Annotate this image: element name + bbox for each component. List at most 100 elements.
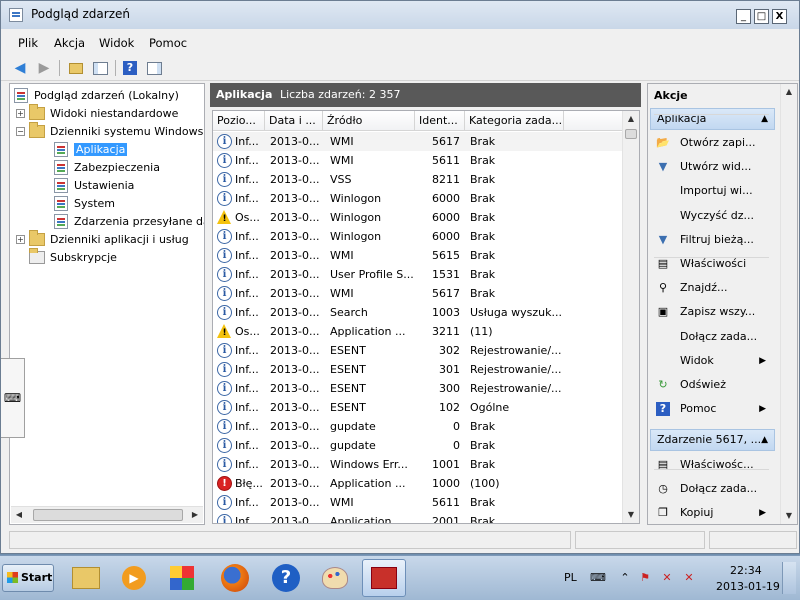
action-item[interactable]: Widok ▶: [652, 350, 770, 372]
show-hide-tree-icon[interactable]: [91, 59, 109, 77]
table-row[interactable]: ! Os... 2013-0... Winlogon 6000 Brak: [213, 208, 623, 227]
table-row[interactable]: i Inf... 2013-0... VSS 8211 Brak: [213, 170, 623, 189]
show-hide-action-pane-icon[interactable]: [145, 59, 163, 77]
action-item[interactable]: Dołącz zada...: [652, 326, 770, 348]
collapse-caret-icon[interactable]: ▲: [761, 430, 768, 450]
action-item[interactable]: ▼ Filtruj bieżą...: [652, 229, 770, 251]
action-item[interactable]: ◷ Dołącz zada...: [652, 478, 770, 500]
scroll-up-icon[interactable]: ▲: [781, 84, 797, 100]
close-button[interactable]: X: [772, 9, 787, 24]
keyboard-icon[interactable]: ⌨: [1, 358, 25, 438]
control-panel-icon[interactable]: [160, 559, 204, 597]
network-disconnected-icon[interactable]: ✕: [682, 571, 696, 585]
collapse-icon[interactable]: −: [16, 126, 25, 136]
action-item[interactable]: ▤ Właściwośc...: [652, 454, 770, 476]
table-row[interactable]: i Inf... 2013-0... WMI 5617 Brak: [213, 284, 623, 303]
actions-scrollbar[interactable]: ▲ ▼: [780, 84, 797, 524]
clock-time[interactable]: 22:34: [730, 564, 762, 577]
tree-item-custom-views[interactable]: + Widoki niestandardowe: [16, 103, 178, 122]
table-row[interactable]: i Inf... 2013-0... Winlogon 6000 Brak: [213, 227, 623, 246]
table-row[interactable]: i Inf... 2013-0... ESENT 301 Rejestrowanie/..…: [213, 360, 623, 379]
tree-horizontal-scrollbar[interactable]: ◀ ▶: [11, 506, 203, 523]
table-row[interactable]: i Inf... 2013-0... WMI 5611 Brak: [213, 151, 623, 170]
minimize-button[interactable]: _: [736, 9, 751, 24]
tree-item-windows-logs[interactable]: − Dzienniki systemu Windows: [16, 121, 203, 140]
help-support-icon[interactable]: ?: [264, 559, 308, 597]
table-row[interactable]: i Inf... 2013-0... Windows Err... 1001 Brak: [213, 455, 623, 474]
table-row[interactable]: i Inf... 2013-0... User Profile S... 1531 Bra…: [213, 265, 623, 284]
event-viewer-taskbar-icon[interactable]: [362, 559, 406, 597]
action-item[interactable]: Wyczyść dz...: [652, 205, 770, 227]
menu-pomoc[interactable]: Pomoc: [149, 36, 187, 50]
table-row[interactable]: i Inf... 2013-0... ESENT 102 Ogólne: [213, 398, 623, 417]
scroll-thumb[interactable]: [33, 509, 183, 521]
scroll-thumb[interactable]: [625, 129, 637, 139]
scroll-left-icon[interactable]: ◀: [11, 507, 27, 523]
table-row[interactable]: ! Os... 2013-0... Application ... 3211 (11): [213, 322, 623, 341]
table-row[interactable]: i Inf... 2013-0... WMI 5615 Brak: [213, 246, 623, 265]
action-item[interactable]: ⚲ Znajdź...: [652, 277, 770, 299]
maximize-button[interactable]: □: [754, 9, 769, 24]
start-button[interactable]: Start: [2, 564, 54, 592]
actions-section-event[interactable]: Zdarzenie 5617, ... ▲: [650, 429, 775, 451]
action-item[interactable]: ▼ Utwórz wid...: [652, 156, 770, 178]
scroll-down-icon[interactable]: ▼: [781, 508, 797, 524]
action-item[interactable]: ? Pomoc ▶: [652, 398, 770, 420]
expand-icon[interactable]: +: [16, 234, 25, 244]
table-row[interactable]: i Inf... 2013-0... Application ... 2001 Brak: [213, 512, 623, 523]
explorer-icon[interactable]: [64, 559, 108, 597]
menu-akcja[interactable]: Akcja: [54, 36, 85, 50]
language-indicator[interactable]: PL: [564, 571, 577, 584]
table-row[interactable]: i Inf... 2013-0... Search 1003 Usługa wyszuk.…: [213, 303, 623, 322]
actions-section-aplikacja[interactable]: Aplikacja ▲: [650, 108, 775, 130]
table-row[interactable]: i Inf... 2013-0... WMI 5617 Brak: [213, 132, 623, 151]
media-player-icon[interactable]: ▶: [112, 559, 156, 597]
table-row[interactable]: i Inf... 2013-0... ESENT 300 Rejestrowanie/..…: [213, 379, 623, 398]
tree-item-subscriptions[interactable]: Subskrypcje: [29, 247, 117, 266]
clock-date[interactable]: 2013-01-19: [716, 580, 780, 593]
column-header-level[interactable]: Pozio...: [213, 111, 265, 131]
column-header-date[interactable]: Data i ...: [265, 111, 323, 131]
tree-item-forwarded-events[interactable]: Zdarzenia przesyłane dalej: [54, 212, 204, 230]
tree-item-root[interactable]: Podgląd zdarzeń (Lokalny): [14, 86, 179, 104]
menu-widok[interactable]: Widok: [99, 36, 134, 50]
tree-item-aplikacja[interactable]: Aplikacja: [54, 140, 128, 158]
table-vertical-scrollbar[interactable]: ▲ ▼: [622, 111, 639, 523]
volume-muted-icon[interactable]: ✕: [660, 571, 674, 585]
action-item[interactable]: ❐ Kopiuj ▶: [652, 502, 770, 524]
help-icon[interactable]: ?: [121, 59, 139, 77]
menu-plik[interactable]: Plik: [18, 36, 38, 50]
forward-arrow-icon[interactable]: ▶: [35, 59, 53, 77]
tree-item-ustawienia[interactable]: Ustawienia: [54, 176, 134, 194]
collapse-caret-icon[interactable]: ▲: [761, 109, 768, 129]
tree-item-app-service-logs[interactable]: + Dzienniki aplikacji i usług: [16, 229, 189, 248]
action-center-flag-icon[interactable]: ⚑: [638, 571, 652, 585]
action-item[interactable]: Importuj wi...: [652, 180, 770, 202]
scroll-right-icon[interactable]: ▶: [187, 507, 203, 523]
show-desktop-button[interactable]: [782, 562, 796, 594]
action-item[interactable]: ▣ Zapisz wszy...: [652, 301, 770, 323]
tree-item-zabezpieczenia[interactable]: Zabezpieczenia: [54, 158, 160, 176]
firefox-icon[interactable]: [213, 559, 257, 597]
table-row[interactable]: i Inf... 2013-0... ESENT 302 Rejestrowanie/..…: [213, 341, 623, 360]
back-arrow-icon[interactable]: ◀: [11, 59, 29, 77]
action-item[interactable]: 📂 Otwórz zapi...: [652, 132, 770, 154]
column-header-source[interactable]: Źródło: [323, 111, 415, 131]
title-bar[interactable]: Podgląd zdarzeń _ □ X: [1, 1, 799, 29]
keyboard-tray-icon[interactable]: ⌨: [590, 571, 606, 585]
paint-icon[interactable]: [313, 559, 357, 597]
table-row[interactable]: i Inf... 2013-0... gupdate 0 Brak: [213, 436, 623, 455]
tree-item-system[interactable]: System: [54, 194, 115, 212]
show-hidden-icons-chevron-icon[interactable]: ⌃: [618, 571, 632, 585]
table-row[interactable]: ! Błę... 2013-0... Application ... 1000 (100): [213, 474, 623, 493]
scroll-down-icon[interactable]: ▼: [623, 507, 639, 523]
up-folder-icon[interactable]: [67, 59, 85, 77]
scroll-up-icon[interactable]: ▲: [623, 111, 639, 127]
expand-icon[interactable]: +: [16, 108, 25, 118]
action-item[interactable]: ↻ Odśwież: [652, 374, 770, 396]
column-header-category[interactable]: Kategoria zada...: [465, 111, 564, 131]
column-header-id[interactable]: Ident...: [415, 111, 465, 131]
table-row[interactable]: i Inf... 2013-0... WMI 5611 Brak: [213, 493, 623, 512]
table-row[interactable]: i Inf... 2013-0... gupdate 0 Brak: [213, 417, 623, 436]
table-row[interactable]: i Inf... 2013-0... Winlogon 6000 Brak: [213, 189, 623, 208]
